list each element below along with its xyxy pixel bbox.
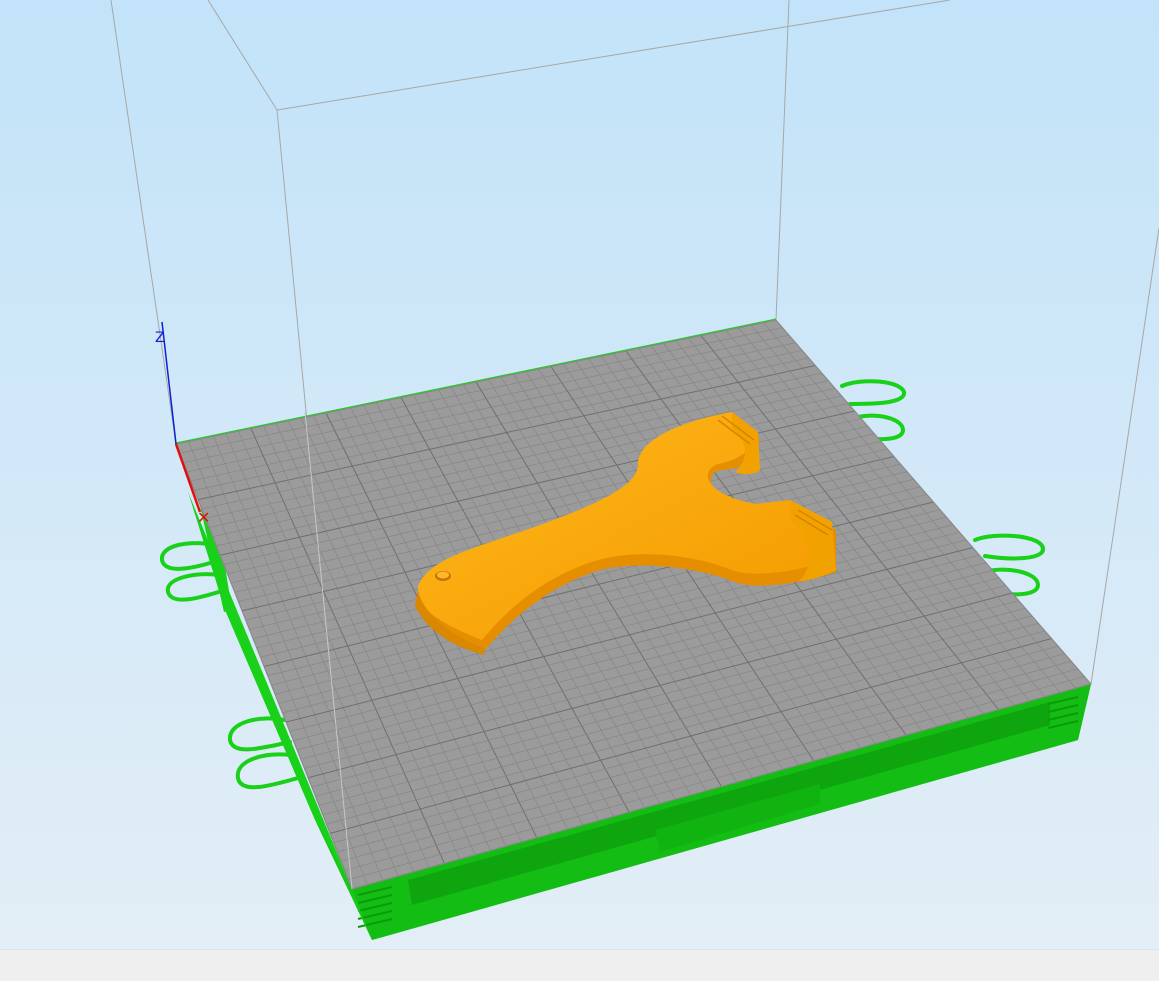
svg-text:Z: Z xyxy=(155,330,165,346)
3d-viewport[interactable]: ✕ Z xyxy=(0,0,1159,949)
status-bar xyxy=(0,949,1159,981)
scene-canvas[interactable]: ✕ Z xyxy=(0,0,1159,949)
svg-text:✕: ✕ xyxy=(197,508,210,527)
